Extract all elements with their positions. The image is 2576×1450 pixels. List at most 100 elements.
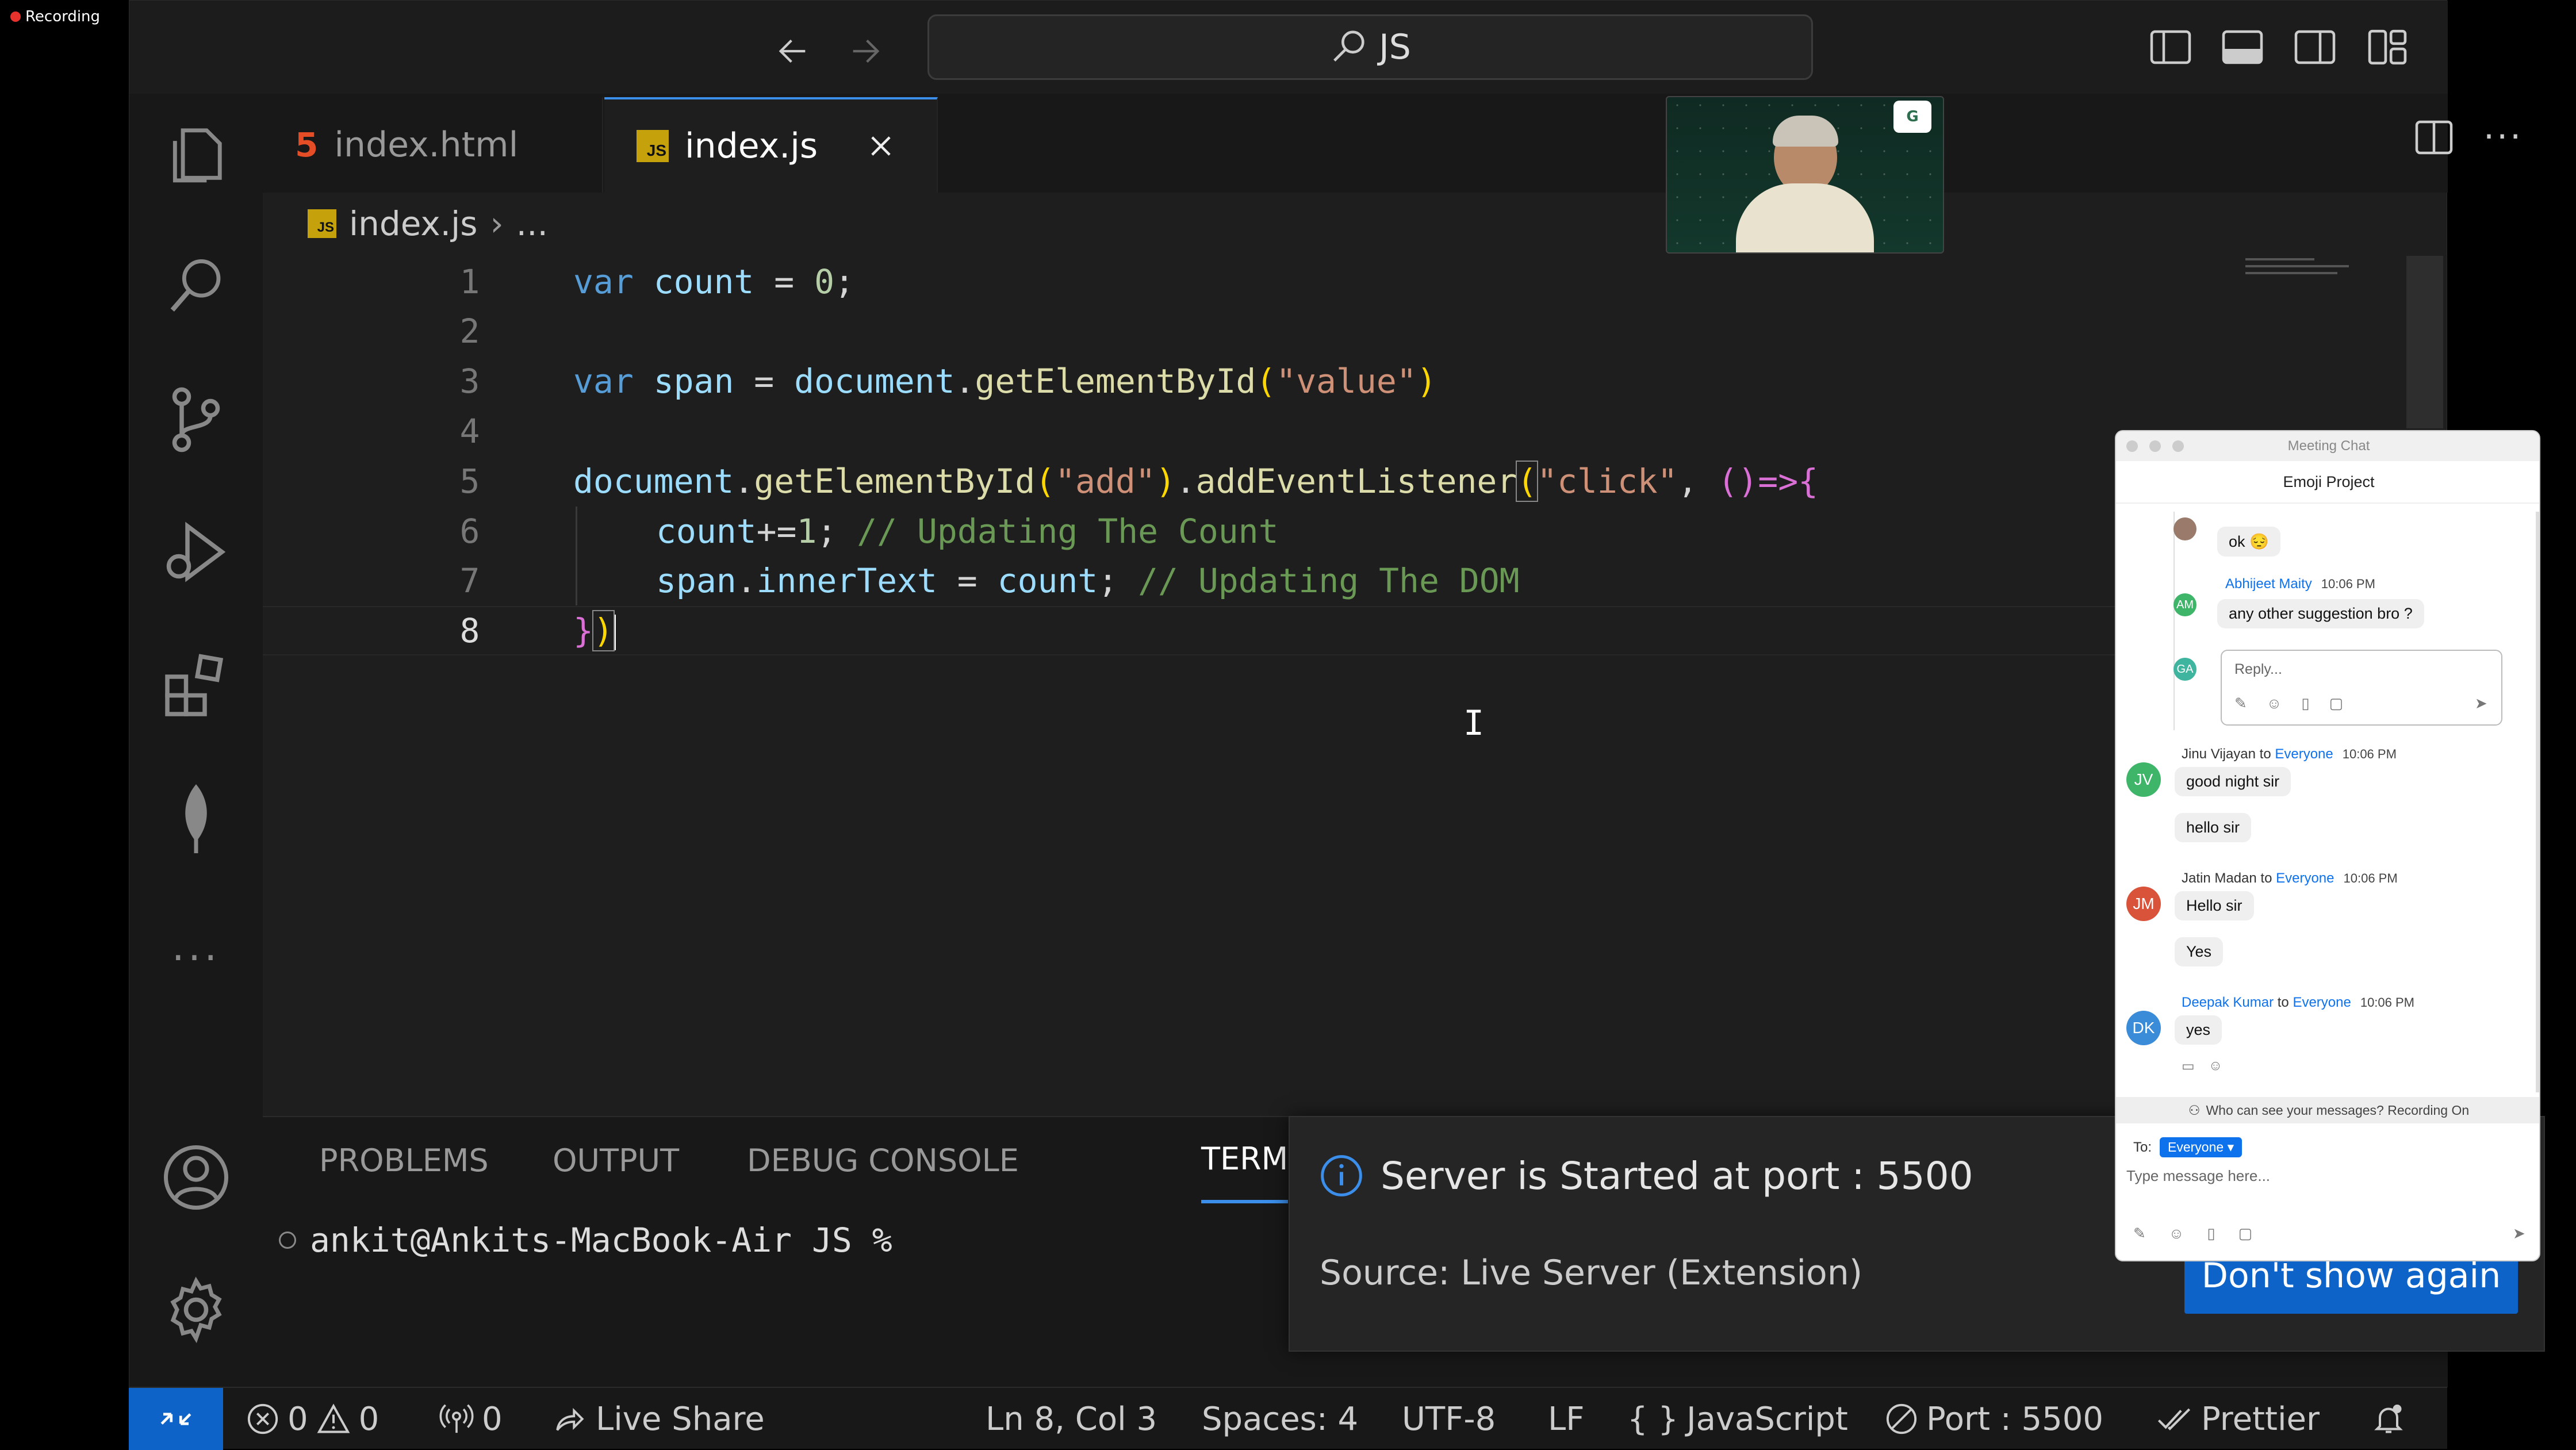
terminal[interactable]: ankit@Ankits-MacBook-Air JS % — [279, 1221, 892, 1260]
search-icon — [1333, 30, 1364, 62]
prettier-status[interactable]: Prettier — [2155, 1388, 2320, 1450]
notifications-bell-icon[interactable] — [2371, 1388, 2406, 1450]
breadcrumb-more[interactable]: ... — [516, 204, 548, 243]
reply-thread-icon[interactable]: ▭ — [2182, 1058, 2195, 1075]
breadcrumb-file[interactable]: index.js — [349, 204, 477, 243]
mongodb-leaf-icon[interactable] — [129, 758, 263, 879]
run-debug-icon[interactable] — [129, 492, 263, 612]
ibeam-cursor-icon: I — [1463, 703, 1485, 743]
source-control-icon[interactable] — [129, 359, 263, 480]
more-views-icon[interactable]: ··· — [129, 897, 263, 1018]
code-line-1: var count = 0; — [573, 262, 854, 301]
file-icon[interactable]: ▯ — [2207, 1225, 2215, 1242]
code-editor[interactable]: 1 var count = 0; 2 3 var span = document.g… — [263, 242, 2241, 1116]
terminal-prompt: ankit@Ankits-MacBook-Air JS % — [310, 1221, 892, 1260]
file-icon[interactable]: ▯ — [2301, 695, 2309, 712]
reply-input[interactable]: Reply... ✎ ☺ ▯ ▢ ➤ — [2221, 650, 2502, 726]
error-count: 0 — [288, 1400, 308, 1438]
encoding[interactable]: UTF-8 — [1402, 1388, 1496, 1450]
tab-terminal[interactable]: TERM — [1201, 1117, 1289, 1203]
chat-scrollbar[interactable] — [2536, 512, 2539, 1092]
vscode-window: JS ··· 5 index.html JS index.js ··· JS i… — [129, 0, 2545, 1449]
js-icon: JS — [637, 130, 669, 162]
notification-source: Source: Live Server (Extension) — [1320, 1253, 1863, 1293]
line-number: 5 — [459, 462, 480, 501]
send-icon[interactable]: ➤ — [2475, 695, 2487, 712]
line-number: 2 — [459, 312, 480, 351]
remote-icon — [160, 1413, 191, 1425]
meeting-chat-window: Meeting Chat Emoji Project ok 😔 AM Abhij… — [2115, 430, 2540, 1261]
code-line-3: var span = document.getElementById("valu… — [573, 362, 1437, 401]
close-tab-icon[interactable] — [866, 131, 896, 161]
editor-tab-bar: 5 index.html JS index.js ··· — [263, 94, 2521, 193]
live-server-port[interactable]: Port : 5500 — [1885, 1388, 2103, 1450]
toggle-panel-icon[interactable] — [2217, 21, 2268, 73]
indentation[interactable]: Spaces: 4 — [1202, 1388, 1358, 1450]
people-icon: ⚇ — [2188, 1102, 2201, 1118]
indent-guide — [576, 507, 577, 605]
chat-bubble: ok 😔 — [2217, 527, 2280, 557]
search-sidebar-icon[interactable] — [129, 226, 263, 347]
screenshot-icon[interactable]: ▢ — [2238, 1225, 2253, 1242]
toggle-primary-sidebar-icon[interactable] — [2145, 21, 2196, 73]
extensions-icon[interactable] — [129, 625, 263, 746]
info-icon — [1321, 1155, 1362, 1196]
avatar: DK — [2126, 1011, 2161, 1045]
end-of-line[interactable]: LF — [1548, 1388, 1584, 1450]
language-label: JavaScript — [1686, 1400, 1848, 1438]
back-arrow-icon[interactable] — [770, 28, 816, 74]
remote-indicator[interactable] — [129, 1388, 223, 1450]
format-icon[interactable]: ✎ — [2234, 695, 2247, 712]
tab-debug-console[interactable]: DEBUG CONSOLE — [747, 1117, 1019, 1203]
split-editor-icon[interactable] — [2413, 117, 2455, 158]
send-icon[interactable]: ➤ — [2513, 1225, 2525, 1242]
emoji-icon[interactable]: ☺ — [2169, 1225, 2184, 1242]
tab-problems[interactable]: PROBLEMS — [319, 1117, 489, 1203]
emoji-icon[interactable]: ☺ — [2267, 695, 2282, 712]
activity-bar: ··· — [129, 94, 263, 1387]
line-number: 8 — [459, 611, 480, 650]
minimap[interactable] — [2245, 254, 2383, 288]
chat-bubble: hello sir — [2175, 813, 2252, 842]
title-bar: JS — [129, 1, 2448, 94]
chat-bubble: Yes — [2175, 937, 2224, 966]
tab-output[interactable]: OUTPUT — [553, 1117, 679, 1203]
code-line-5: document.getElementById("add").addEventL… — [573, 461, 1819, 502]
screenshot-icon[interactable]: ▢ — [2329, 695, 2344, 712]
braces-icon: { } — [1627, 1400, 1679, 1438]
window-close-button[interactable] — [2126, 440, 2138, 452]
chat-title: Emoji Project — [2116, 461, 2539, 504]
privacy-notice[interactable]: ⚇ Who can see your messages? Recording O… — [2116, 1097, 2539, 1123]
cursor-position[interactable]: Ln 8, Col 3 — [986, 1388, 1157, 1450]
avatar — [2174, 517, 2196, 540]
message-input[interactable]: Type message here... — [2126, 1167, 2270, 1185]
to-label: To: — [2133, 1139, 2152, 1155]
avatar: GA — [2174, 658, 2196, 681]
tab-index-html[interactable]: 5 index.html — [263, 97, 603, 193]
ports-status[interactable]: 0 — [439, 1388, 503, 1450]
add-reaction-icon[interactable]: ☺ — [2209, 1058, 2223, 1075]
format-icon[interactable]: ✎ — [2133, 1225, 2146, 1242]
editor-scrollbar[interactable] — [2406, 256, 2443, 428]
explorer-icon[interactable] — [129, 94, 263, 214]
chat-bubble: yes — [2175, 1015, 2222, 1045]
line-number: 3 — [459, 362, 480, 401]
chat-bubble: good night sir — [2175, 767, 2291, 796]
settings-gear-icon[interactable] — [129, 1249, 263, 1370]
recipient-dropdown[interactable]: Everyone ▾ — [2160, 1137, 2242, 1157]
live-share-button[interactable]: Live Share — [552, 1388, 765, 1450]
breadcrumb: JS index.js › ... — [308, 204, 548, 243]
toggle-secondary-sidebar-icon[interactable] — [2289, 21, 2341, 73]
forward-arrow-icon[interactable] — [842, 28, 888, 74]
problems-status[interactable]: 0 0 — [246, 1388, 379, 1450]
recording-indicator: Recording — [10, 8, 100, 25]
window-zoom-button[interactable] — [2172, 440, 2184, 452]
window-minimize-button[interactable] — [2149, 440, 2161, 452]
accounts-icon[interactable] — [129, 1117, 263, 1238]
command-center-search[interactable]: JS — [927, 14, 1813, 80]
language-mode[interactable]: { } JavaScript — [1627, 1388, 1848, 1450]
line-number: 7 — [459, 561, 480, 600]
customize-layout-icon[interactable] — [2362, 21, 2413, 73]
more-actions-icon[interactable]: ··· — [2483, 117, 2523, 157]
tab-index-js[interactable]: JS index.js — [604, 97, 938, 193]
